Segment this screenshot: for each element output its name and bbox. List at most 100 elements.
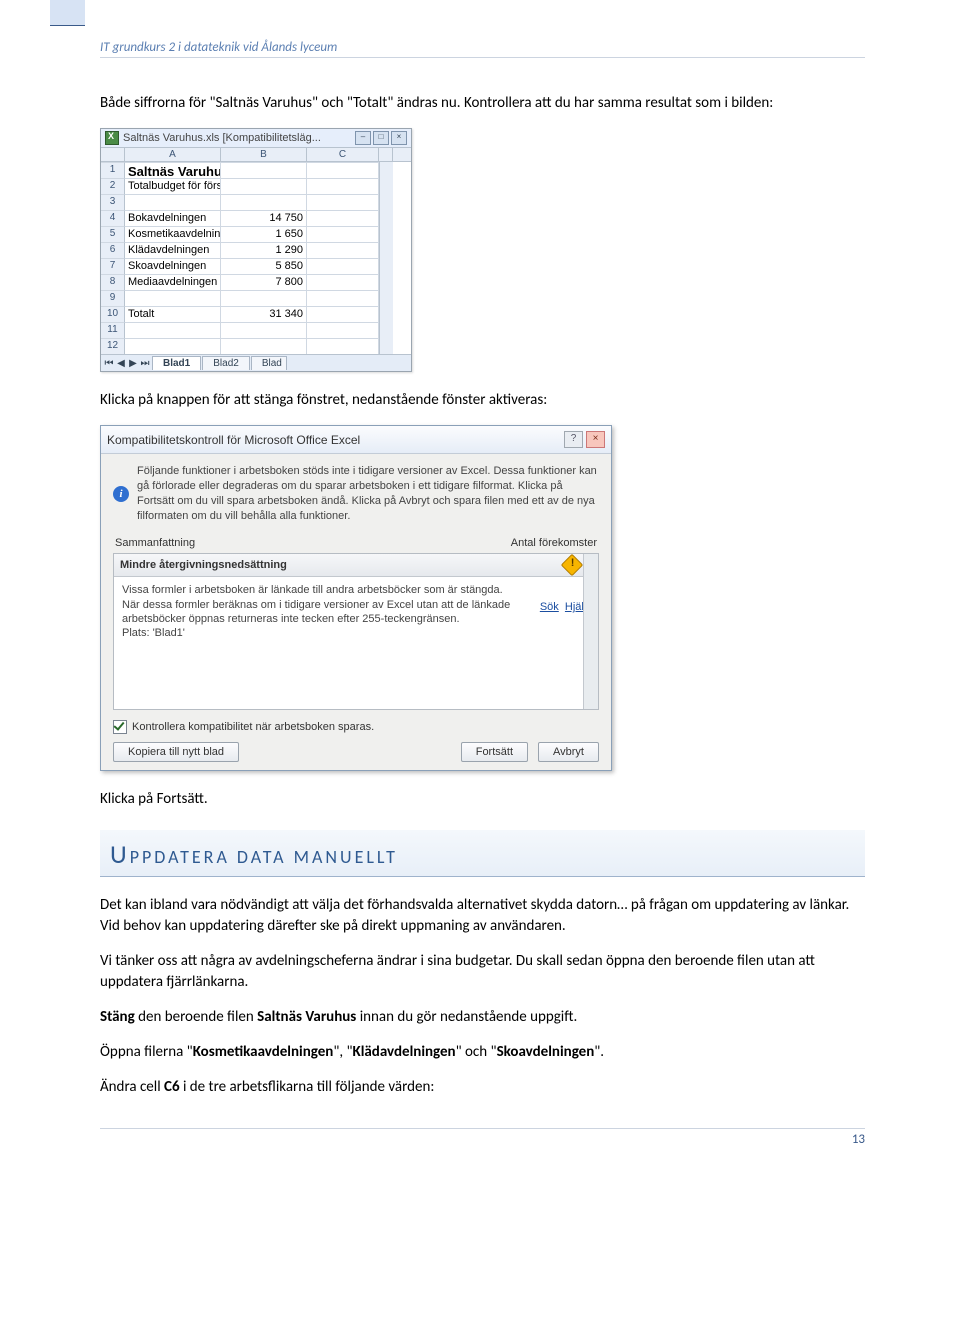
cell-A[interactable]: Skoavdelningen (125, 258, 221, 274)
cell-C[interactable] (307, 162, 379, 178)
close-button[interactable]: × (391, 131, 407, 145)
vscroll-track[interactable] (379, 194, 393, 210)
paragraph-5: Ändra cell C6 i de tre arbetsflikarna ti… (100, 1077, 865, 1098)
p5-txt-2: i de tre arbetsflikarna till följande vä… (180, 1078, 435, 1096)
row-header[interactable]: 10 (101, 306, 125, 322)
cell-A[interactable]: Mediaavdelningen (125, 274, 221, 290)
p5-txt-1: Ändra cell (100, 1078, 164, 1096)
cell-A[interactable]: Klädavdelningen (125, 242, 221, 258)
sheet-tab-blad1[interactable]: Blad1 (152, 356, 201, 370)
sheet-tab-blad3[interactable]: Blad (251, 356, 287, 370)
cell-A[interactable] (125, 322, 221, 338)
grid-row: 11 (101, 322, 411, 338)
cell-C[interactable] (307, 210, 379, 226)
vscroll-track[interactable] (379, 258, 393, 274)
cell-C[interactable] (307, 338, 379, 354)
row-header[interactable]: 5 (101, 226, 125, 242)
copy-to-new-sheet-button[interactable]: Kopiera till nytt blad (113, 742, 239, 762)
issues-scrollbar[interactable] (583, 554, 598, 709)
cell-B[interactable] (221, 322, 307, 338)
col-A[interactable]: A (125, 148, 221, 161)
dialog-title-text: Kompatibilitetskontroll för Microsoft Of… (107, 433, 360, 447)
maximize-button[interactable]: □ (373, 131, 389, 145)
cell-A[interactable]: Totalt (125, 306, 221, 322)
continue-button[interactable]: Fortsätt (461, 742, 528, 762)
cell-A[interactable] (125, 290, 221, 306)
margin-tab (50, 0, 85, 26)
after-excel-text: Klicka på knappen för att stänga fönstre… (100, 390, 865, 411)
cell-B[interactable] (221, 178, 307, 194)
issues-list: Mindre återgivningsnedsättning Vissa for… (113, 553, 599, 710)
vscroll-track[interactable] (379, 274, 393, 290)
cell-A[interactable]: Totalbudget för försäljningen 2009 (125, 178, 221, 194)
cell-B[interactable]: 1 290 (221, 242, 307, 258)
cell-C[interactable] (307, 242, 379, 258)
p3-bold-1: Stäng (100, 1008, 135, 1026)
row-header[interactable]: 3 (101, 194, 125, 210)
cell-B[interactable] (221, 194, 307, 210)
sheet-nav-next-icon[interactable]: ▶ (127, 358, 139, 369)
cell-B[interactable] (221, 290, 307, 306)
cell-B[interactable]: 7 800 (221, 274, 307, 290)
sheet-tab-blad2[interactable]: Blad2 (202, 356, 250, 370)
excel-window: Saltnäs Varuhus.xls [Kompatibilitetsläg.… (100, 128, 412, 372)
vscroll-track[interactable] (379, 178, 393, 194)
cell-C[interactable] (307, 258, 379, 274)
cell-A[interactable]: Saltnäs Varuhus (125, 162, 221, 178)
cell-B[interactable]: 14 750 (221, 210, 307, 226)
p4-txt-2: ", " (333, 1043, 352, 1061)
row-header[interactable]: 12 (101, 338, 125, 354)
minimize-button[interactable]: – (355, 131, 371, 145)
paragraph-2: Vi tänker oss att några av avdelningsche… (100, 951, 865, 993)
page-number: 13 (100, 1128, 865, 1147)
cell-C[interactable] (307, 306, 379, 322)
cell-C[interactable] (307, 178, 379, 194)
row-header[interactable]: 6 (101, 242, 125, 258)
compat-checkbox[interactable] (113, 720, 127, 734)
cell-A[interactable]: Kosmetikaavdelningen (125, 226, 221, 242)
vscroll-track[interactable] (379, 162, 393, 178)
vscroll-track[interactable] (379, 306, 393, 322)
vscroll-track[interactable] (379, 226, 393, 242)
p4-txt-4: ". (594, 1043, 604, 1061)
row-header[interactable]: 11 (101, 322, 125, 338)
cell-A[interactable] (125, 194, 221, 210)
cell-B[interactable]: 5 850 (221, 258, 307, 274)
row-header[interactable]: 8 (101, 274, 125, 290)
cell-B[interactable]: 31 340 (221, 306, 307, 322)
select-all-corner[interactable] (101, 148, 125, 161)
row-header[interactable]: 1 (101, 162, 125, 178)
row-header[interactable]: 2 (101, 178, 125, 194)
cell-C[interactable] (307, 290, 379, 306)
row-header[interactable]: 9 (101, 290, 125, 306)
sheet-nav-first-icon[interactable]: ⏮ (103, 358, 115, 369)
cell-A[interactable] (125, 338, 221, 354)
cancel-button[interactable]: Avbryt (538, 742, 599, 762)
cell-B[interactable] (221, 162, 307, 178)
compat-dialog: Kompatibilitetskontroll för Microsoft Of… (100, 425, 612, 771)
col-B[interactable]: B (221, 148, 307, 161)
vscroll-track[interactable] (379, 242, 393, 258)
col-C[interactable]: C (307, 148, 379, 161)
row-header[interactable]: 4 (101, 210, 125, 226)
vscroll-track[interactable] (379, 322, 393, 338)
cell-C[interactable] (307, 274, 379, 290)
sheet-nav-prev-icon[interactable]: ◀ (115, 358, 127, 369)
search-link[interactable]: Sök (540, 601, 559, 613)
cell-B[interactable] (221, 338, 307, 354)
vscroll-track[interactable] (379, 290, 393, 306)
dialog-close-button[interactable]: × (586, 431, 605, 448)
row-header[interactable]: 7 (101, 258, 125, 274)
cell-C[interactable] (307, 194, 379, 210)
cell-C[interactable] (307, 322, 379, 338)
sheet-nav-last-icon[interactable]: ⏭ (139, 358, 151, 369)
dialog-titlebar: Kompatibilitetskontroll för Microsoft Of… (101, 426, 611, 454)
vscroll-track[interactable] (379, 338, 393, 354)
cell-B[interactable]: 1 650 (221, 226, 307, 242)
cell-C[interactable] (307, 226, 379, 242)
cell-A[interactable]: Bokavdelningen (125, 210, 221, 226)
help-button[interactable]: ? (564, 431, 583, 448)
column-headers: A B C (101, 148, 411, 162)
vscroll-track[interactable] (379, 210, 393, 226)
grid-row: 10Totalt31 340 (101, 306, 411, 322)
